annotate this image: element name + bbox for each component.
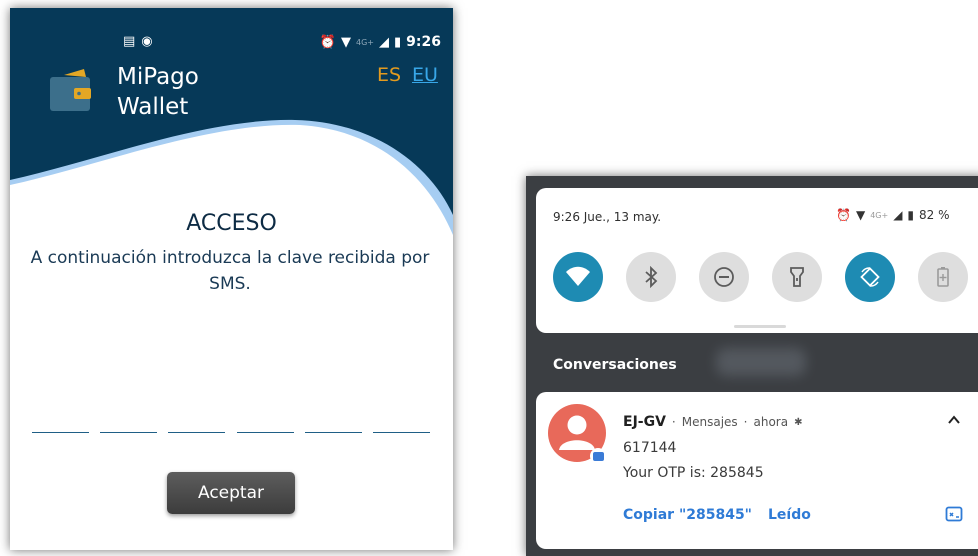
alarm-icon: ⏰ [319, 34, 337, 50]
app-name-line2: Wallet [117, 94, 189, 120]
battery-saver-icon [937, 267, 949, 287]
copy-otp-icon[interactable] [945, 505, 963, 523]
auto-rotate-icon [860, 267, 880, 287]
flashlight-icon [790, 267, 804, 287]
otp-input-row [32, 432, 430, 433]
page-title: ACCESO [186, 211, 277, 236]
status-right-icons: ⏰ ▼ 4G+ ◢ ▮ 9:26 [320, 34, 441, 50]
notification-time: ahora [753, 415, 789, 429]
alert-bell-icon: ✱ [794, 416, 803, 428]
mark-read-button[interactable]: Leído [768, 507, 811, 523]
accept-button[interactable]: Aceptar [167, 472, 295, 514]
language-es-link[interactable]: ES [377, 64, 401, 86]
mipago-app-screen: ▤◉ ⏰ ▼ 4G+ ◢ ▮ 9:26 MiPago Wallet ES EU … [10, 8, 453, 550]
otp-digit-input[interactable] [304, 432, 362, 433]
notification-icon: ▤ [123, 34, 142, 49]
background-blur [716, 348, 806, 376]
wifi-icon: ▼ [855, 208, 866, 222]
quick-settings-drag-handle[interactable] [734, 325, 786, 328]
network-type: 4G+ [870, 210, 889, 220]
notification-line-1: 617144 [623, 440, 677, 456]
quick-settings-panel: 9:26 Jue., 13 may. ⏰ ▼ 4G+ ◢ ▮ 82 % [536, 188, 978, 333]
notification-sender: EJ-GV [623, 414, 666, 430]
otp-digit-input[interactable] [32, 432, 89, 433]
notification-app: Mensajes [681, 415, 738, 429]
signal-icon: ◢ [893, 208, 903, 222]
wifi-toggle[interactable] [553, 252, 603, 302]
language-eu-link[interactable]: EU [412, 64, 438, 86]
flashlight-toggle[interactable] [772, 252, 822, 302]
app-name: MiPago Wallet [117, 62, 199, 122]
messages-badge-icon [590, 448, 606, 464]
instructions-text: A continuación introduzca la clave recib… [30, 248, 430, 294]
section-label-conversations: Conversaciones [553, 357, 677, 373]
battery-saver-toggle[interactable] [918, 252, 968, 302]
wallet-logo-icon [50, 69, 91, 111]
chevron-up-icon[interactable] [946, 412, 962, 428]
do-not-disturb-icon [714, 267, 734, 287]
auto-rotate-toggle[interactable] [845, 252, 895, 302]
bluetooth-toggle[interactable] [626, 252, 676, 302]
battery-icon: ▮ [394, 34, 402, 50]
sms-notification-card[interactable]: EJ-GV · Mensajes · ahora ✱ 617144 Your O… [536, 392, 978, 549]
battery-percent: 82 % [919, 208, 950, 222]
notification-header: EJ-GV · Mensajes · ahora ✱ [623, 414, 803, 430]
quick-settings-datetime: 9:26 Jue., 13 may. [553, 210, 662, 224]
alarm-icon: ⏰ [836, 208, 851, 222]
quick-settings-status-icons: ⏰ ▼ 4G+ ◢ ▮ 82 % [836, 208, 950, 222]
otp-digit-input[interactable] [168, 432, 226, 433]
notification-shade-screen: 9:26 Jue., 13 may. ⏰ ▼ 4G+ ◢ ▮ 82 % Conv… [526, 176, 978, 556]
signal-icon: ◢ [379, 34, 390, 50]
app-name-line1: MiPago [117, 64, 199, 90]
bluetooth-icon [645, 266, 658, 288]
network-type: 4G+ [356, 37, 375, 47]
status-time: 9:26 [406, 34, 441, 50]
status-left-icons: ▤◉ [123, 34, 159, 49]
copy-code-button[interactable]: Copiar "285845" [623, 507, 752, 523]
status-bar: ▤◉ ⏰ ▼ 4G+ ◢ ▮ 9:26 [10, 8, 453, 64]
otp-digit-input[interactable] [100, 432, 158, 433]
otp-digit-input[interactable] [372, 432, 430, 433]
otp-digit-input[interactable] [236, 432, 294, 433]
app-icon: ◉ [141, 34, 159, 49]
wifi-icon: ▼ [341, 34, 352, 50]
do-not-disturb-toggle[interactable] [699, 252, 749, 302]
battery-icon: ▮ [907, 208, 915, 222]
wifi-icon [566, 266, 590, 286]
notification-line-2: Your OTP is: 285845 [623, 465, 764, 481]
